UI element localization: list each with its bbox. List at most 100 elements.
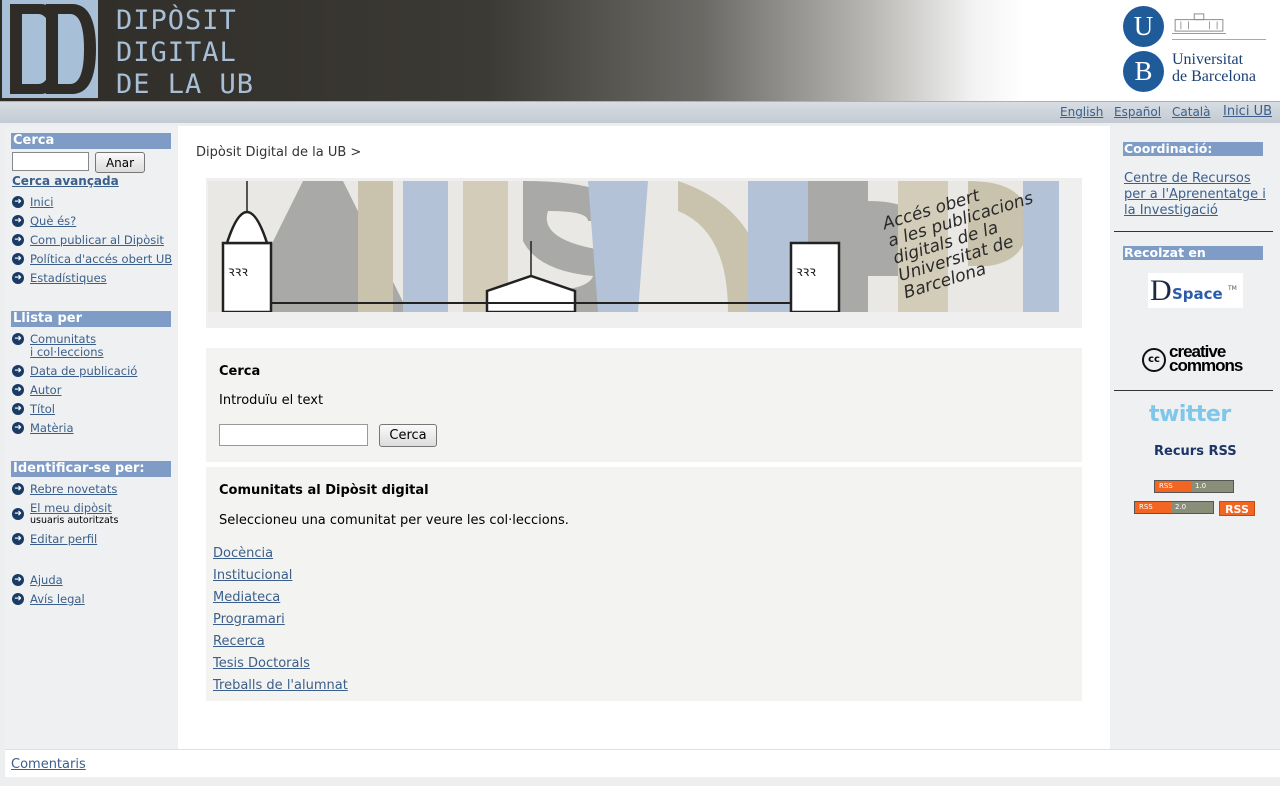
communities-panel-title: Comunitats al Dipòsit digital [219,483,429,498]
nav-label[interactable]: Inici [30,195,53,209]
university-name-line-2: de Barcelona [1172,68,1256,85]
arrow-right-icon: ➜ [12,483,24,495]
main-search-input[interactable] [219,424,368,446]
rss-badge-version: 2.0 [1171,502,1213,513]
list-label[interactable]: Comunitats [30,332,96,346]
advanced-search-link[interactable]: Cerca avançada [12,174,119,188]
nav-label[interactable]: Estadístiques [30,271,107,285]
ub-b-circle: B [1123,51,1164,92]
arrow-right-icon: ➜ [12,533,24,545]
community-link-treballs-alumnat[interactable]: Treballs de l'alumnat [213,678,348,693]
right-divider [1114,390,1273,391]
list-by-heading: Llista per [11,311,171,327]
language-bar: English Español Català Inici UB [0,101,1280,123]
dspace-logo-space: Space [1172,285,1223,303]
banner-container: ꝛꝛꝛ ꝛꝛꝛ Accés obert a les publicacions d… [206,178,1082,328]
arrow-right-icon: ➜ [12,574,24,586]
university-name: Universitat de Barcelona [1172,51,1256,85]
rss-badge-label: RSS [1135,502,1171,513]
arrow-right-icon: ➜ [12,234,24,246]
search-heading: Cerca [11,133,171,149]
main-content: Dipòsit Digital de la UB > ꝛꝛꝛ ꝛꝛꝛ Accés… [178,126,1110,749]
community-link-programari[interactable]: Programari [213,612,285,627]
breadcrumb[interactable]: Dipòsit Digital de la UB > [196,145,361,160]
dspace-logo-d: D [1150,274,1172,307]
list-label-line-2[interactable]: i col·leccions [30,345,104,359]
arrow-right-icon: ➜ [12,196,24,208]
communities-panel-prompt: Seleccioneu una comunitat per veure les … [219,513,569,528]
identify-heading: Identificar-se per: [11,461,171,477]
nav-label[interactable]: Què és? [30,214,76,228]
identify-label[interactable]: Rebre novetats [30,482,117,496]
communities-panel: Comunitats al Dipòsit digital Seleccione… [206,467,1082,701]
creative-commons-logo[interactable]: cc creative commons [1142,343,1252,376]
crai-link[interactable]: Centre de Recursos per a l'Aprenentatge … [1124,171,1269,219]
lang-catala-link[interactable]: Català [1172,105,1210,119]
identify-label[interactable]: Editar perfil [30,532,97,546]
right-sidebar: Coordinació: Centre de Recursos per a l'… [1111,126,1280,749]
arrow-right-icon: ➜ [12,384,24,396]
nav-label[interactable]: Política d'accés obert UB [30,252,172,266]
identify-label[interactable]: El meu dipòsit [30,501,112,515]
university-name-line-1: Universitat [1172,51,1244,68]
right-divider [1114,231,1273,232]
nav-label[interactable]: Com publicar al Dipòsit [30,233,164,247]
supported-heading: Recolzat en [1123,246,1263,260]
rss-badge-version: 1.0 [1191,481,1233,492]
list-label[interactable]: Matèria [30,421,74,435]
ub-building-icon [1172,13,1226,34]
community-link-mediateca[interactable]: Mediateca [213,590,280,605]
help-label[interactable]: Ajuda [30,573,63,587]
sidebar-search-button[interactable]: Anar [95,152,145,173]
rss-1-0-badge[interactable]: RSS 1.0 [1154,480,1234,493]
search-panel-prompt: Introduïu el text [219,393,324,408]
arrow-right-icon: ➜ [12,508,24,520]
lang-english-link[interactable]: English [1060,105,1103,119]
site-title[interactable]: DIPÒSIT DIGITAL DE LA UB [116,5,254,101]
lang-espanol-link[interactable]: Español [1114,105,1161,119]
list-label[interactable]: Autor [30,383,61,397]
cc-icon: cc [1142,348,1166,372]
arrow-right-icon: ➜ [12,422,24,434]
search-panel-title: Cerca [219,364,261,379]
rss-2-0-badge[interactable]: RSS 2.0 [1134,501,1214,514]
site-title-line-1: DIPÒSIT [116,5,237,36]
left-sidebar: Cerca Anar Cerca avançada ➜ Inici ➜ Què … [5,126,177,749]
arrow-right-icon: ➜ [12,333,24,345]
rss-badge-label: RSS [1155,481,1191,492]
comments-link[interactable]: Comentaris [11,757,86,772]
list-label[interactable]: Títol [30,402,55,416]
main-search-button[interactable]: Cerca [379,424,437,447]
site-title-line-3: DE LA UB [116,69,255,100]
coordination-heading: Coordinació: [1123,142,1263,156]
help-label[interactable]: Avís legal [30,592,85,606]
site-header: DIPÒSIT DIGITAL DE LA UB U B Universitat… [0,0,1280,101]
svg-text:ꝛꝛꝛ: ꝛꝛꝛ [796,264,816,280]
community-link-tesis-doctorals[interactable]: Tesis Doctorals [213,656,310,671]
community-link-institucional[interactable]: Institucional [213,568,292,583]
dspace-logo-tm: TM [1228,285,1237,292]
ub-u-circle: U [1123,6,1164,47]
arrow-right-icon: ➜ [12,365,24,377]
arrow-right-icon: ➜ [12,272,24,284]
dspace-logo[interactable]: D Space TM [1148,273,1243,308]
community-link-docencia[interactable]: Docència [213,546,273,561]
svg-text:ꝛꝛꝛ: ꝛꝛꝛ [228,264,248,280]
twitter-link[interactable]: twitter [1149,402,1231,427]
arrow-right-icon: ➜ [12,593,24,605]
sidebar-search-input[interactable] [12,152,89,171]
arrow-right-icon: ➜ [12,215,24,227]
inici-ub-link[interactable]: Inici UB [1223,104,1272,119]
ub-logo-divider [1172,39,1266,40]
identify-sublabel: usuaris autoritzats [30,515,119,526]
arrow-right-icon: ➜ [12,403,24,415]
community-link-recerca[interactable]: Recerca [213,634,265,649]
open-access-banner: ꝛꝛꝛ ꝛꝛꝛ Accés obert a les publicacions d… [208,181,1059,312]
cc-commons: commons [1169,356,1243,375]
ddub-logo-mark[interactable] [2,0,98,98]
university-logo[interactable]: U B Universitat de Barcelona [1120,6,1270,96]
rss-title: Recurs RSS [1154,444,1237,459]
list-label[interactable]: Data de publicació [30,364,137,378]
arrow-right-icon: ➜ [12,253,24,265]
rss-feed-button[interactable]: RSS [1219,501,1255,516]
